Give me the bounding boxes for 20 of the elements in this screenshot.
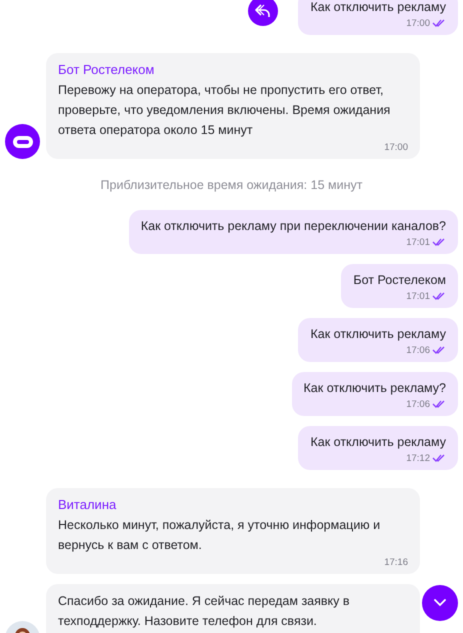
message-text: Как отключить рекламу — [310, 0, 446, 16]
message-time: 17:16 — [384, 556, 408, 568]
message-text: Как отключить рекламу — [310, 434, 446, 451]
message-text: Бот Ростелеком — [353, 272, 446, 289]
message-text: Как отключить рекламу — [310, 326, 446, 343]
message-text: Как отключить рекламу при переключении каналов? — [140, 218, 446, 235]
message-time: 17:00 — [406, 18, 430, 28]
sender-name: Виталина — [58, 496, 118, 514]
message-text: Несколько минут, пожалуйста, я уточню информацию и вернусь к вам с ответом. — [58, 517, 382, 554]
message-time: 17:01 — [406, 290, 430, 302]
message-time: 17:01 — [406, 236, 430, 248]
message-text: Перевожу на оператора, чтобы не пропустить его ответ, проверьте, что уведомления включены. Время ожидания ответа оператора около 15 минут — [58, 82, 392, 139]
message-time: 17:06 — [406, 344, 430, 356]
message-time: 17:00 — [384, 142, 408, 152]
message-time: 17:12 — [406, 452, 430, 464]
wait-time-notice: Приблизительное время ожидания: 15 минут — [100, 177, 362, 194]
message-time: 17:06 — [406, 398, 430, 410]
message-text: Как отключить рекламу? — [304, 380, 446, 397]
sender-name: Бот Ростелеком — [58, 61, 156, 79]
message-text: Спасибо за ожидание. Я сейчас передам заявку в техподдержку. Назовите телефон для связи. — [58, 593, 351, 630]
